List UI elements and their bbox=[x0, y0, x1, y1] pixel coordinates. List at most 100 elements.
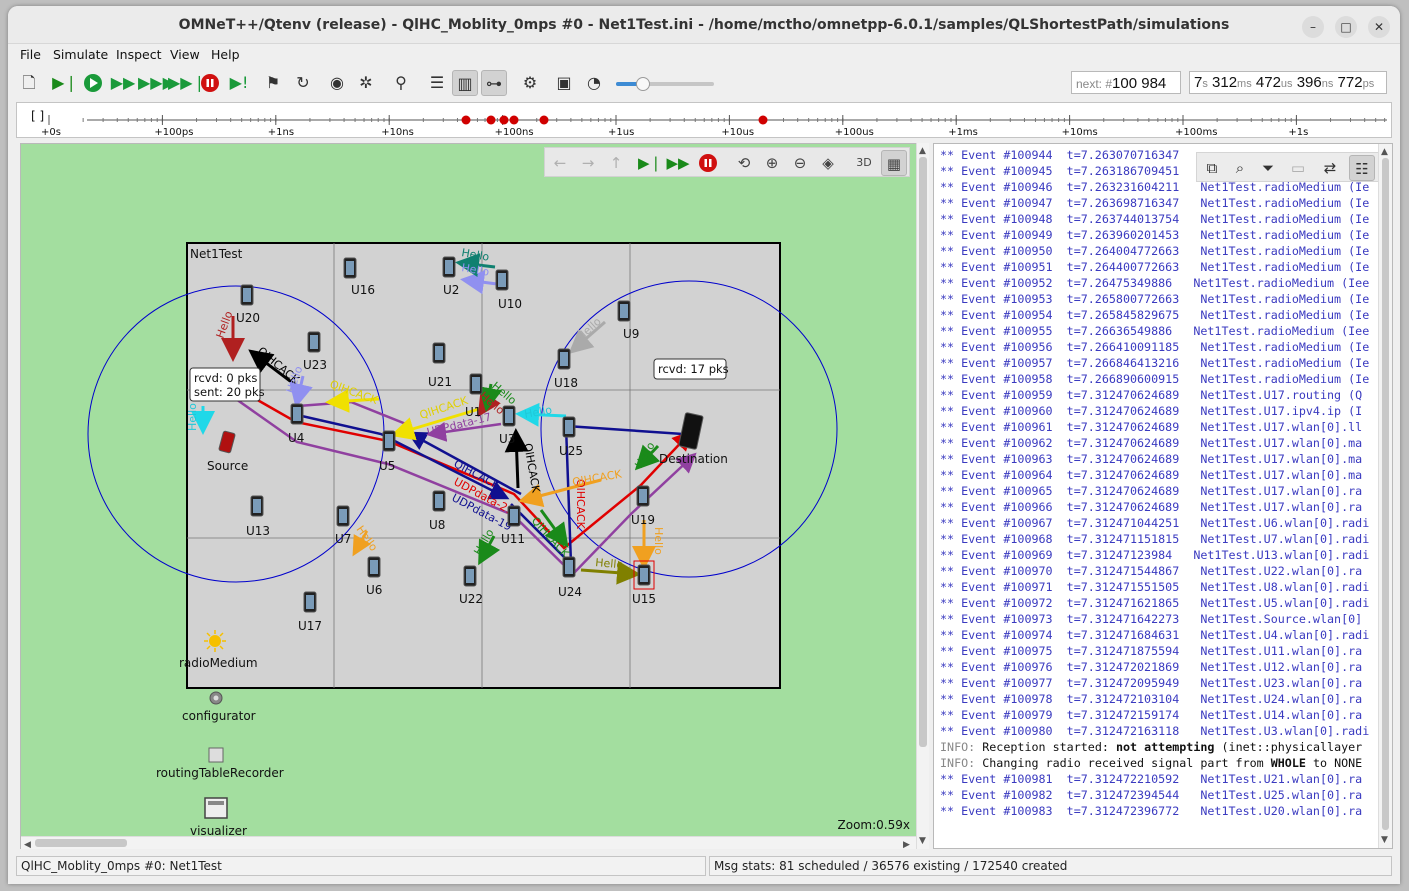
log-line[interactable]: ** Event #100960 t=7.312470624689 Net1Te… bbox=[940, 403, 1372, 419]
log-line[interactable]: ** Event #100948 t=7.263744013754 Net1Te… bbox=[940, 211, 1372, 227]
timeline-event-marker[interactable] bbox=[509, 115, 519, 125]
find-icon[interactable]: ⚲ bbox=[388, 70, 414, 96]
run-until-icon[interactable]: ▶▶❘ bbox=[168, 70, 206, 96]
video-record-icon[interactable]: ▣ bbox=[551, 70, 577, 96]
log-line[interactable]: ** Event #100959 t=7.312470624689 Net1Te… bbox=[940, 387, 1372, 403]
canvas-vertical-scrollbar[interactable]: ▲ ▼ bbox=[916, 143, 929, 849]
list-view-icon[interactable]: ☰ bbox=[424, 70, 450, 96]
log-line[interactable]: ** Event #100968 t=7.312471151815 Net1Te… bbox=[940, 531, 1372, 547]
debug-next-icon[interactable]: ▶! bbox=[226, 70, 252, 96]
log-line[interactable]: ** Event #100951 t=7.264400772663 Net1Te… bbox=[940, 259, 1372, 275]
view-3d-icon[interactable]: 3D bbox=[851, 150, 877, 176]
filter-icon[interactable]: ⏷ bbox=[1255, 155, 1281, 181]
log-line[interactable]: ** Event #100955 t=7.26636549886 Net1Tes… bbox=[940, 323, 1372, 339]
speed-gauge-icon[interactable]: ◔ bbox=[581, 70, 607, 96]
timeline-event-marker[interactable] bbox=[758, 115, 768, 125]
menu-inspect[interactable]: Inspect bbox=[116, 47, 162, 62]
express-run-icon[interactable]: ▶▶▶ bbox=[138, 70, 175, 96]
log-line[interactable]: ** Event #100964 t=7.312470624689 Net1Te… bbox=[940, 467, 1372, 483]
log-line[interactable]: INFO: Reception started: not attempting … bbox=[940, 739, 1372, 755]
zoom-in-icon[interactable]: ⊕ bbox=[759, 150, 785, 176]
network-canvas[interactable]: Net1Test Hello QlHCACK QlHCACK QlHCACK U… bbox=[21, 144, 916, 836]
up-icon[interactable]: ↑ bbox=[603, 150, 629, 176]
fast-run-icon[interactable]: ▶▶ bbox=[110, 70, 136, 96]
menu-simulate[interactable]: Simulate bbox=[53, 47, 108, 62]
log-line[interactable]: ** Event #100972 t=7.312471621865 Net1Te… bbox=[940, 595, 1372, 611]
menu-file[interactable]: File bbox=[20, 47, 41, 62]
settings-disabled-icon[interactable]: ▭ bbox=[1285, 155, 1311, 181]
log-line[interactable]: ** Event #100973 t=7.312471642273 Net1Te… bbox=[940, 611, 1372, 627]
log-line[interactable]: ** Event #100957 t=7.266846413216 Net1Te… bbox=[940, 355, 1372, 371]
log-line[interactable]: ** Event #100967 t=7.312471044251 Net1Te… bbox=[940, 515, 1372, 531]
log-line[interactable]: ** Event #100963 t=7.312470624689 Net1Te… bbox=[940, 451, 1372, 467]
relayout-icon[interactable]: ⟲ bbox=[731, 150, 757, 176]
layers-icon[interactable]: ◈ bbox=[815, 150, 841, 176]
finish-flag-icon[interactable]: ⚑ bbox=[260, 70, 286, 96]
routing-table-recorder-module[interactable]: routingTableRecorder bbox=[156, 747, 284, 780]
log-line[interactable]: ** Event #100970 t=7.312471544867 Net1Te… bbox=[940, 563, 1372, 579]
event-timeline[interactable]: [ ] +0s +100ps +1ns +10ns +100ns +1us +10us +10… bbox=[16, 102, 1400, 138]
log-line[interactable]: ** Event #100947 t=7.263698716347 Net1Te… bbox=[940, 195, 1372, 211]
animation-speed-slider[interactable] bbox=[616, 77, 714, 91]
canvas-horizontal-scrollbar[interactable]: ◀ ▶ bbox=[21, 836, 916, 850]
log-line[interactable]: ** Event #100976 t=7.312472021869 Net1Te… bbox=[940, 659, 1372, 675]
log-line[interactable]: ** Event #100980 t=7.312472163118 Net1Te… bbox=[940, 723, 1372, 739]
gear-icon[interactable]: ⚙ bbox=[517, 70, 543, 96]
log-line[interactable]: ** Event #100949 t=7.263960201453 Net1Te… bbox=[940, 227, 1372, 243]
log-line[interactable]: ** Event #100969 t=7.31247123984 Net1Tes… bbox=[940, 547, 1372, 563]
log-line[interactable]: INFO: Changing radio received signal par… bbox=[940, 755, 1372, 771]
columns-icon[interactable]: ⇄ bbox=[1317, 155, 1343, 181]
step-icon[interactable]: ▶❘ bbox=[52, 70, 78, 96]
log-line[interactable]: ** Event #100952 t=7.26475349886 Net1Tes… bbox=[940, 275, 1372, 291]
back-icon[interactable]: ← bbox=[547, 150, 573, 176]
log-line[interactable]: ** Event #100981 t=7.312472210592 Net1Te… bbox=[940, 771, 1372, 787]
inspector-layout-icon[interactable]: ▥ bbox=[452, 70, 478, 96]
log-vertical-scrollbar[interactable]: ▲ ▼ bbox=[1378, 144, 1392, 848]
timeline-event-marker[interactable] bbox=[499, 115, 509, 125]
timeline-event-marker[interactable] bbox=[486, 115, 496, 125]
log-line[interactable]: ** Event #100975 t=7.312471875594 Net1Te… bbox=[940, 643, 1372, 659]
local-stop-icon[interactable] bbox=[695, 150, 721, 176]
timeline-event-marker[interactable] bbox=[539, 115, 549, 125]
log-line[interactable]: ** Event #100966 t=7.312470624689 Net1Te… bbox=[940, 499, 1372, 515]
debug-bug-icon[interactable]: ✲ bbox=[353, 70, 379, 96]
log-line[interactable]: ** Event #100953 t=7.265800772663 Net1Te… bbox=[940, 291, 1372, 307]
local-fast-icon[interactable]: ▶▶ bbox=[665, 150, 691, 176]
timeline-toggle-icon[interactable]: ⊶ bbox=[481, 70, 507, 96]
log-line[interactable]: ** Event #100965 t=7.312470624689 Net1Te… bbox=[940, 483, 1372, 499]
local-step-icon[interactable]: ▶❘ bbox=[637, 150, 663, 176]
speed-slider-handle[interactable] bbox=[636, 77, 650, 91]
rebuild-icon[interactable]: ↻ bbox=[290, 70, 316, 96]
log-line[interactable]: ** Event #100961 t=7.312470624689 Net1Te… bbox=[940, 419, 1372, 435]
log-line[interactable]: ** Event #100950 t=7.264004772663 Net1Te… bbox=[940, 243, 1372, 259]
messages-mode-icon[interactable]: ☷ bbox=[1349, 155, 1375, 181]
maximize-button[interactable]: □ bbox=[1335, 16, 1357, 38]
configurator-module[interactable]: configurator bbox=[182, 691, 256, 723]
log-line[interactable]: ** Event #100971 t=7.312471551505 Net1Te… bbox=[940, 579, 1372, 595]
log-line[interactable]: ** Event #100979 t=7.312472159174 Net1Te… bbox=[940, 707, 1372, 723]
menu-view[interactable]: View bbox=[170, 47, 200, 62]
visualizer-module[interactable]: visualizer bbox=[190, 797, 247, 836]
hscroll-thumb[interactable] bbox=[35, 839, 127, 847]
canvas-2d-icon[interactable]: ▦ bbox=[881, 150, 907, 176]
timeline-event-marker[interactable] bbox=[461, 115, 471, 125]
log-line[interactable]: ** Event #100974 t=7.312471684631 Net1Te… bbox=[940, 627, 1372, 643]
log-line[interactable]: ** Event #100954 t=7.265845829675 Net1Te… bbox=[940, 307, 1372, 323]
copy-icon[interactable]: ⧉ bbox=[1199, 155, 1225, 181]
run-icon[interactable] bbox=[80, 70, 106, 96]
log-line[interactable]: ** Event #100977 t=7.312472095949 Net1Te… bbox=[940, 675, 1372, 691]
forward-icon[interactable]: → bbox=[575, 150, 601, 176]
log-line[interactable]: ** Event #100978 t=7.312472103104 Net1Te… bbox=[940, 691, 1372, 707]
log-scroll-thumb[interactable] bbox=[1382, 158, 1389, 830]
new-run-icon[interactable]: 🗋 bbox=[16, 70, 42, 96]
log-line[interactable]: ** Event #100983 t=7.312472396772 Net1Te… bbox=[940, 803, 1372, 819]
stop-icon[interactable] bbox=[197, 70, 223, 96]
close-button[interactable]: ✕ bbox=[1368, 16, 1390, 38]
log-line[interactable]: ** Event #100956 t=7.266410091185 Net1Te… bbox=[940, 339, 1372, 355]
menu-help[interactable]: Help bbox=[211, 47, 240, 62]
zoom-out-icon[interactable]: ⊖ bbox=[787, 150, 813, 176]
minimize-button[interactable]: – bbox=[1302, 16, 1324, 38]
record-icon[interactable]: ◉ bbox=[324, 70, 350, 96]
log-line[interactable]: ** Event #100958 t=7.266890600915 Net1Te… bbox=[940, 371, 1372, 387]
log-line[interactable]: ** Event #100962 t=7.312470624689 Net1Te… bbox=[940, 435, 1372, 451]
